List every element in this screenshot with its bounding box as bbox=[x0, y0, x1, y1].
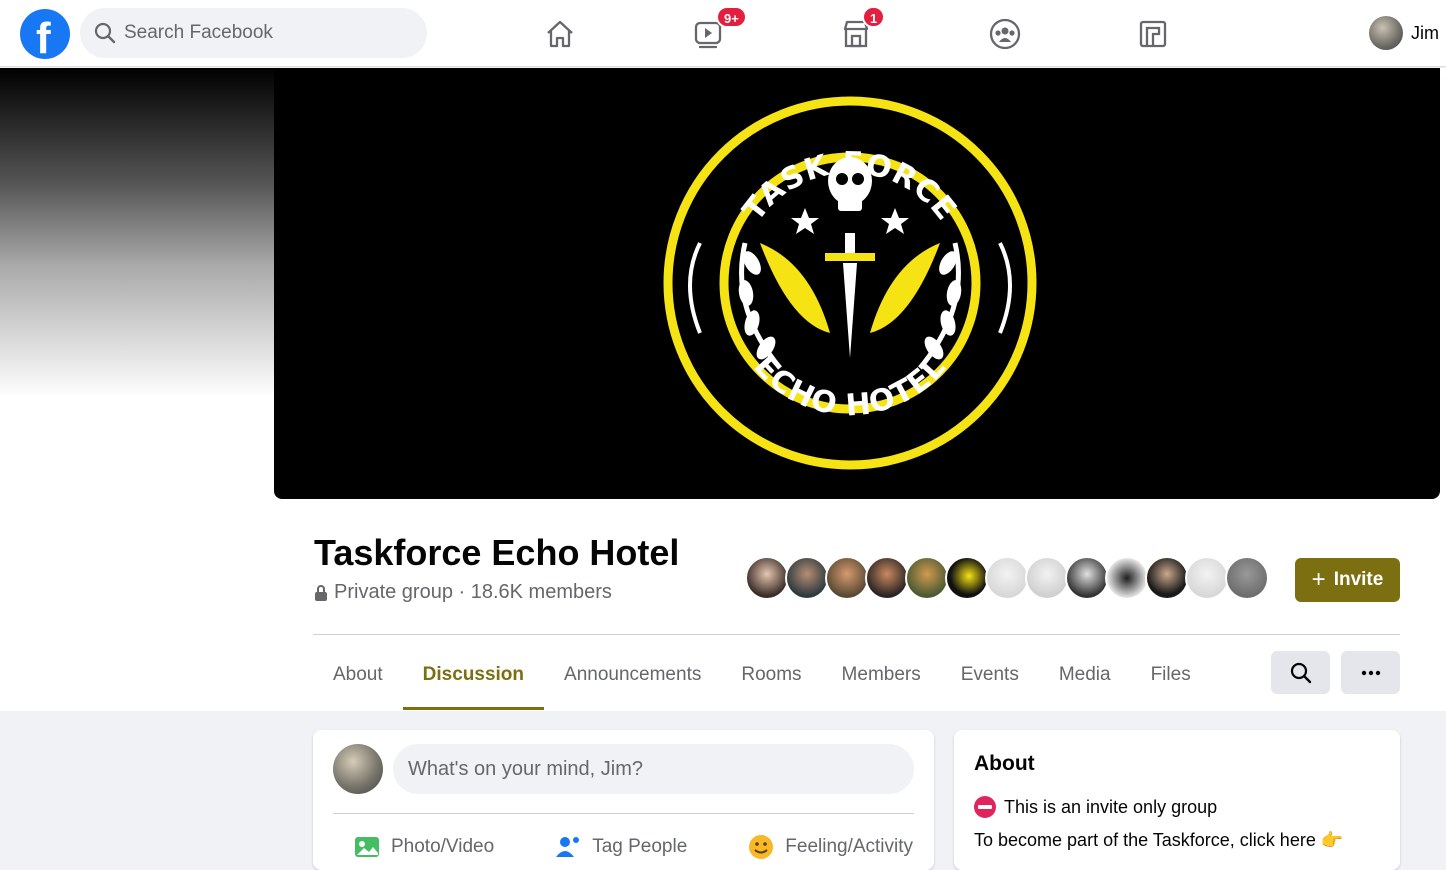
avatar[interactable] bbox=[1065, 556, 1109, 600]
post-composer: What's on your mind, Jim? Photo/Video Ta… bbox=[313, 730, 934, 870]
tag-people-label: Tag People bbox=[592, 836, 688, 857]
member-avatars[interactable] bbox=[745, 556, 1269, 602]
tab-files[interactable]: Files bbox=[1131, 651, 1211, 710]
about-line1: This is an invite only group bbox=[1004, 796, 1218, 817]
avatar[interactable] bbox=[1105, 556, 1149, 600]
invite-button[interactable]: + Invite bbox=[1295, 558, 1400, 602]
tab-members[interactable]: Members bbox=[822, 651, 941, 710]
tag-people-button[interactable]: Tag People bbox=[554, 833, 687, 861]
nav-groups-button[interactable] bbox=[985, 14, 1025, 54]
more-icon bbox=[1361, 670, 1380, 675]
svg-text:ECHO HOTEL: ECHO HOTEL bbox=[747, 349, 954, 424]
top-navigation-bar: f Search Facebook 9+ 1 Jim bbox=[0, 0, 1446, 67]
avatar[interactable] bbox=[825, 556, 869, 600]
user-name: Jim bbox=[1411, 22, 1439, 43]
avatar[interactable] bbox=[1185, 556, 1229, 600]
feeling-activity-button[interactable]: Feeling/Activity bbox=[747, 833, 913, 861]
search-input[interactable]: Search Facebook bbox=[80, 8, 427, 58]
avatar[interactable] bbox=[1145, 556, 1189, 600]
avatar[interactable] bbox=[865, 556, 909, 600]
tag-people-icon bbox=[556, 837, 580, 857]
lock-icon bbox=[315, 584, 327, 601]
home-icon bbox=[547, 20, 573, 48]
group-meta-text: Private group · 18.6K members bbox=[334, 581, 612, 603]
photo-video-button[interactable]: Photo/Video bbox=[353, 833, 494, 861]
group-title[interactable]: Taskforce Echo Hotel bbox=[314, 532, 679, 574]
groups-icon bbox=[989, 18, 1021, 50]
tab-events[interactable]: Events bbox=[941, 651, 1039, 710]
nav-gaming-button[interactable] bbox=[1133, 14, 1173, 54]
profile-button[interactable]: Jim bbox=[1369, 16, 1439, 50]
group-tabs: About Discussion Announcements Rooms Mem… bbox=[313, 651, 1211, 711]
avatar[interactable] bbox=[905, 556, 949, 600]
avatar bbox=[1369, 16, 1403, 50]
tab-announcements[interactable]: Announcements bbox=[544, 651, 721, 710]
tab-rooms[interactable]: Rooms bbox=[721, 651, 821, 710]
avatar[interactable] bbox=[1025, 556, 1069, 600]
avatar[interactable] bbox=[785, 556, 829, 600]
composer-actions: Photo/Video Tag People Feeling/Activity bbox=[353, 833, 913, 861]
cover-photo[interactable]: TASK FORCE ECHO HOTEL bbox=[274, 68, 1440, 499]
task-force-emblem-icon: TASK FORCE ECHO HOTEL bbox=[663, 96, 1037, 470]
invite-label: Invite bbox=[1333, 569, 1384, 590]
tab-discussion[interactable]: Discussion bbox=[402, 651, 545, 710]
plus-icon: + bbox=[1311, 566, 1326, 593]
nav-home-button[interactable] bbox=[540, 14, 580, 54]
avatar[interactable] bbox=[945, 556, 989, 600]
post-input[interactable]: What's on your mind, Jim? bbox=[393, 744, 914, 794]
avatar[interactable] bbox=[1225, 556, 1269, 600]
photo-icon bbox=[355, 837, 379, 857]
feeling-activity-label: Feeling/Activity bbox=[785, 836, 914, 857]
search-placeholder: Search Facebook bbox=[124, 22, 273, 43]
divider bbox=[313, 634, 1400, 635]
search-icon bbox=[94, 22, 116, 44]
about-heading: About bbox=[974, 752, 1035, 775]
nav-marketplace-button[interactable]: 1 bbox=[836, 6, 886, 54]
group-meta: Private group · 18.6K members bbox=[314, 581, 612, 604]
about-line2[interactable]: To become part of the Taskforce, click h… bbox=[974, 830, 1380, 851]
pages-icon bbox=[1139, 20, 1167, 48]
facebook-logo[interactable]: f bbox=[20, 9, 70, 63]
divider bbox=[333, 813, 914, 814]
avatar[interactable] bbox=[333, 744, 383, 794]
avatar[interactable] bbox=[985, 556, 1029, 600]
photo-video-label: Photo/Video bbox=[391, 836, 495, 857]
tab-media[interactable]: Media bbox=[1039, 651, 1131, 710]
marketplace-badge: 1 bbox=[862, 6, 886, 28]
cover-text-bottom: ECHO HOTEL bbox=[747, 349, 953, 424]
avatar[interactable] bbox=[745, 556, 789, 600]
about-card: About This is an invite only group To be… bbox=[954, 730, 1400, 870]
nav-watch-button[interactable]: 9+ bbox=[688, 6, 747, 54]
logo-letter: f bbox=[36, 14, 51, 63]
background-gradient bbox=[0, 68, 274, 398]
more-options-button[interactable] bbox=[1341, 651, 1400, 694]
tab-about[interactable]: About bbox=[313, 651, 403, 710]
about-line: This is an invite only group bbox=[974, 796, 1380, 818]
search-icon bbox=[1290, 662, 1311, 683]
group-header: TASK FORCE ECHO HOTEL bbox=[0, 68, 1446, 711]
no-entry-icon bbox=[974, 796, 996, 818]
video-badge: 9+ bbox=[716, 6, 747, 28]
feeling-icon bbox=[749, 835, 774, 859]
group-search-button[interactable] bbox=[1271, 651, 1330, 694]
